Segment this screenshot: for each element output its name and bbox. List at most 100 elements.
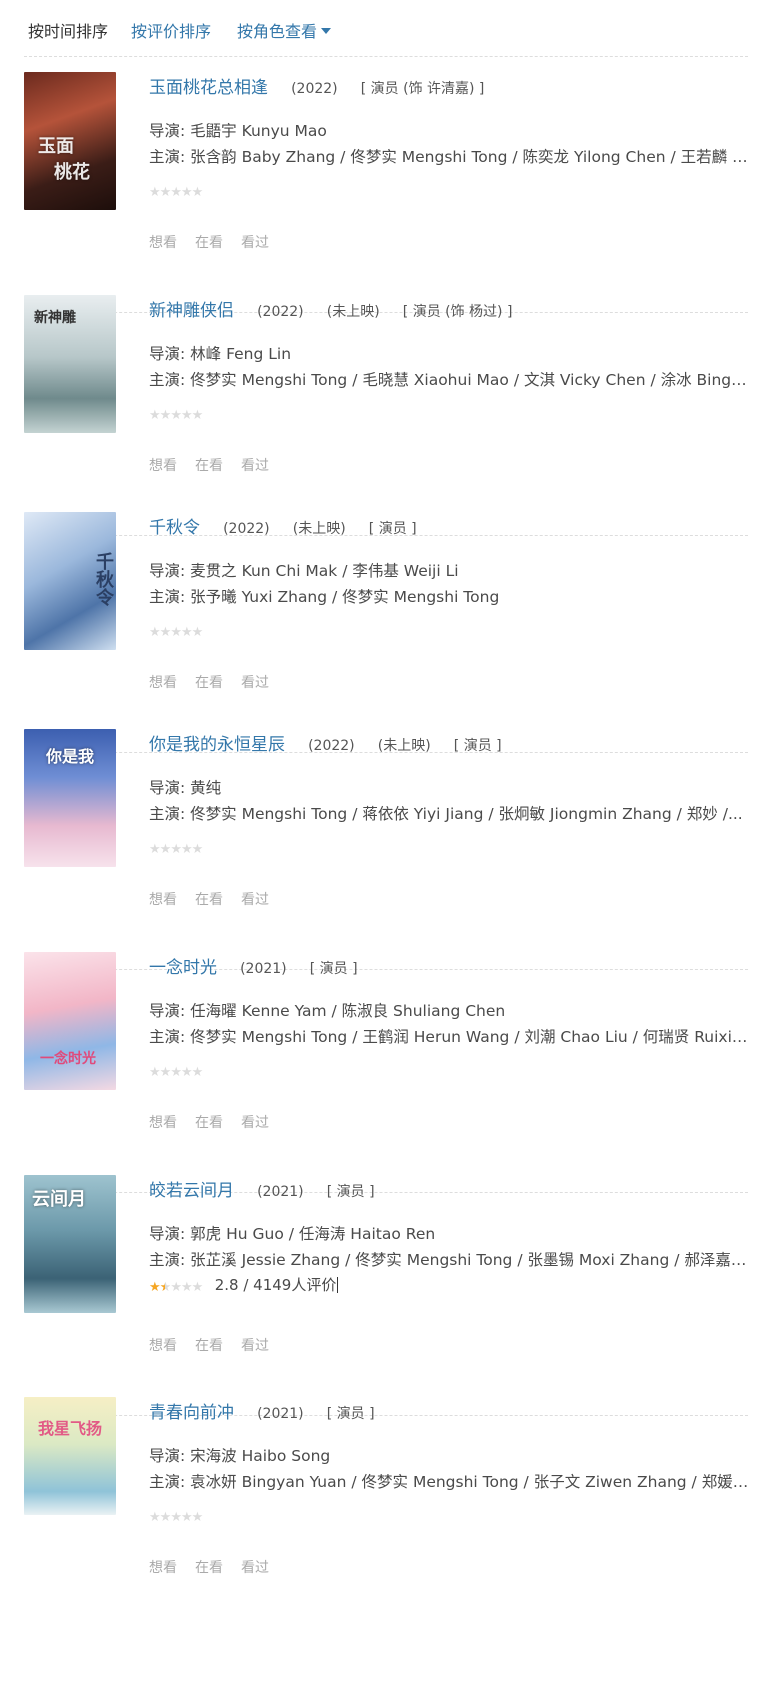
work-title-link[interactable]: 玉面桃花总相逢 <box>149 78 268 98</box>
work-item: 云间月 皎若云间月 (2021) [ 演员 ] 导演: 郭虎 Hu Guo / … <box>24 1175 749 1416</box>
rating-stars: ★★★★★ <box>149 1509 204 1525</box>
poster-image[interactable]: 一念时光 <box>24 952 116 1090</box>
poster-image[interactable]: 新神雕 <box>24 295 116 433</box>
work-item: 我星飞扬 青春向前冲 (2021) [ 演员 ] 导演: 宋海波 Haibo S… <box>24 1397 749 1595</box>
rating-stars: ★★★★★ <box>149 624 203 640</box>
work-year: (2021) <box>240 961 287 977</box>
want-to-watch-button[interactable]: 想看 <box>149 235 177 251</box>
rating-stars: ★★★★★ 2.8 / 4149人评价 <box>149 1276 339 1295</box>
directors-text: 导演: 郭虎 Hu Guo / 任海涛 Haitao Ren <box>149 1225 436 1243</box>
star-icon: ★ <box>191 1510 204 1525</box>
directors-text: 导演: 任海曜 Kenne Yam / 陈淑良 Shuliang Chen <box>149 1002 506 1020</box>
want-to-watch-button[interactable]: 想看 <box>149 675 177 691</box>
star-icon: ★ <box>149 185 161 200</box>
rating-stars: ★★★★★ <box>149 184 203 200</box>
want-to-watch-button[interactable]: 想看 <box>149 458 177 474</box>
work-title-link[interactable]: 青春向前冲 <box>149 1403 234 1423</box>
rating-value: 2.8 / 4149人评价 <box>214 1276 337 1294</box>
watched-button[interactable]: 看过 <box>241 892 269 908</box>
watching-button[interactable]: 在看 <box>195 1115 223 1131</box>
rating-text: 2.8 / 4149人评价 <box>215 1276 339 1294</box>
watching-button[interactable]: 在看 <box>195 675 223 691</box>
directors-text: 导演: 林峰 Feng Lin <box>149 345 292 363</box>
star-icon: ★ <box>170 625 182 640</box>
star-icon: ★ <box>149 1065 161 1080</box>
cast-text: 主演: 佟梦实 Mengshi Tong / 毛晓慧 Xiaohui Mao /… <box>149 371 749 389</box>
star-icon: ★ <box>159 1065 172 1080</box>
directors-text: 导演: 黄纯 <box>149 779 222 797</box>
work-role: [ 演员 ] <box>326 1406 375 1422</box>
text-cursor <box>337 1277 339 1293</box>
directors-text: 导演: 宋海波 Haibo Song <box>149 1447 331 1465</box>
work-role: [ 演员 (饰 许清嘉) ] <box>360 81 485 97</box>
watching-button[interactable]: 在看 <box>195 458 223 474</box>
watched-button[interactable]: 看过 <box>241 1115 269 1131</box>
mark-actions: 想看 在看 看过 <box>149 1335 287 1355</box>
star-icon: ★ <box>180 1280 193 1295</box>
watching-button[interactable]: 在看 <box>195 892 223 908</box>
sort-by-rating-link[interactable]: 按评价排序 <box>131 20 211 44</box>
watched-button[interactable]: 看过 <box>241 235 269 251</box>
work-title-link[interactable]: 千秋令 <box>149 518 200 538</box>
star-icon: ★ <box>159 1510 172 1525</box>
want-to-watch-button[interactable]: 想看 <box>149 1560 177 1576</box>
rating-stars: ★★★★★ <box>149 841 203 857</box>
star-icon: ★ <box>159 842 172 857</box>
want-to-watch-button[interactable]: 想看 <box>149 1115 177 1131</box>
work-year: (2022) <box>291 81 338 97</box>
mark-actions: 想看 在看 看过 <box>149 889 287 909</box>
poster-image[interactable]: 云间月 <box>24 1175 116 1313</box>
cast-text: 主演: 佟梦实 Mengshi Tong / 蒋依依 Yiyi Jiang / … <box>149 805 743 823</box>
sort-by-time-link[interactable]: 按时间排序 <box>28 20 108 44</box>
work-item: 玉面 桃花 玉面桃花总相逢 (2022) [ 演员 (饰 许清嘉) ] 导演: … <box>24 72 749 313</box>
sort-bar: 按时间排序 按评价排序 按角色查看 <box>24 20 748 57</box>
star-icon: ★ <box>191 1280 204 1295</box>
poster-image[interactable]: 千秋令 <box>24 512 116 650</box>
star-icon: ★ <box>180 842 193 857</box>
star-icon: ★ <box>170 185 182 200</box>
cast-text: 主演: 张含韵 Baby Zhang / 佟梦实 Mengshi Tong / … <box>149 148 749 166</box>
work-title-link[interactable]: 新神雕侠侣 <box>149 301 234 321</box>
work-item: 一念时光 一念时光 (2021) [ 演员 ] 导演: 任海曜 Kenne Ya… <box>24 952 749 1193</box>
want-to-watch-button[interactable]: 想看 <box>149 892 177 908</box>
work-title-link[interactable]: 一念时光 <box>149 958 217 978</box>
star-icon: ★ <box>180 185 193 200</box>
star-icon: ★ <box>180 408 193 423</box>
work-title-link[interactable]: 你是我的永恒星辰 <box>149 735 285 755</box>
mark-actions: 想看 在看 看过 <box>149 232 287 252</box>
star-icon: ★ <box>180 1510 193 1525</box>
watching-button[interactable]: 在看 <box>195 235 223 251</box>
cast-text: 主演: 袁冰妍 Bingyan Yuan / 佟梦实 Mengshi Tong … <box>149 1473 749 1491</box>
poster-image[interactable]: 你是我 <box>24 729 116 867</box>
star-icon: ★ <box>159 185 172 200</box>
rating-stars: ★★★★★ <box>149 407 203 423</box>
work-title-link[interactable]: 皎若云间月 <box>149 1181 234 1201</box>
star-icon: ★ <box>149 842 161 857</box>
star-half-icon: ★ <box>159 1280 172 1295</box>
star-icon: ★ <box>159 408 172 423</box>
watched-button[interactable]: 看过 <box>241 458 269 474</box>
mark-actions: 想看 在看 看过 <box>149 1557 287 1577</box>
work-year: (2022) <box>257 304 304 320</box>
work-role: [ 演员 (饰 杨过) ] <box>402 304 513 320</box>
mark-actions: 想看 在看 看过 <box>149 1112 287 1132</box>
filmography-page: 按时间排序 按评价排序 按角色查看 玉面 桃花 玉面桃花总相逢 (2022) [… <box>0 0 768 1698</box>
poster-image[interactable]: 我星飞扬 <box>24 1397 116 1515</box>
watched-button[interactable]: 看过 <box>241 1560 269 1576</box>
want-to-watch-button[interactable]: 想看 <box>149 1338 177 1354</box>
view-by-role-dropdown[interactable]: 按角色查看 <box>237 20 332 44</box>
star-icon: ★ <box>191 1065 204 1080</box>
work-year: (2022) <box>223 521 270 537</box>
watching-button[interactable]: 在看 <box>195 1338 223 1354</box>
watched-button[interactable]: 看过 <box>241 675 269 691</box>
star-icon: ★ <box>159 625 172 640</box>
poster-image[interactable]: 玉面 桃花 <box>24 72 116 210</box>
watched-button[interactable]: 看过 <box>241 1338 269 1354</box>
work-year: (2022) <box>308 738 355 754</box>
star-icon: ★ <box>149 625 161 640</box>
watching-button[interactable]: 在看 <box>195 1560 223 1576</box>
cast-text: 主演: 张予曦 Yuxi Zhang / 佟梦实 Mengshi Tong <box>149 588 500 606</box>
work-item: 你是我 你是我的永恒星辰 (2022) (未上映) [ 演员 ] 导演: 黄纯 … <box>24 729 748 970</box>
work-status: (未上映) <box>326 304 380 320</box>
cast-text: 主演: 佟梦实 Mengshi Tong / 王鹤润 Herun Wang / … <box>149 1028 749 1046</box>
